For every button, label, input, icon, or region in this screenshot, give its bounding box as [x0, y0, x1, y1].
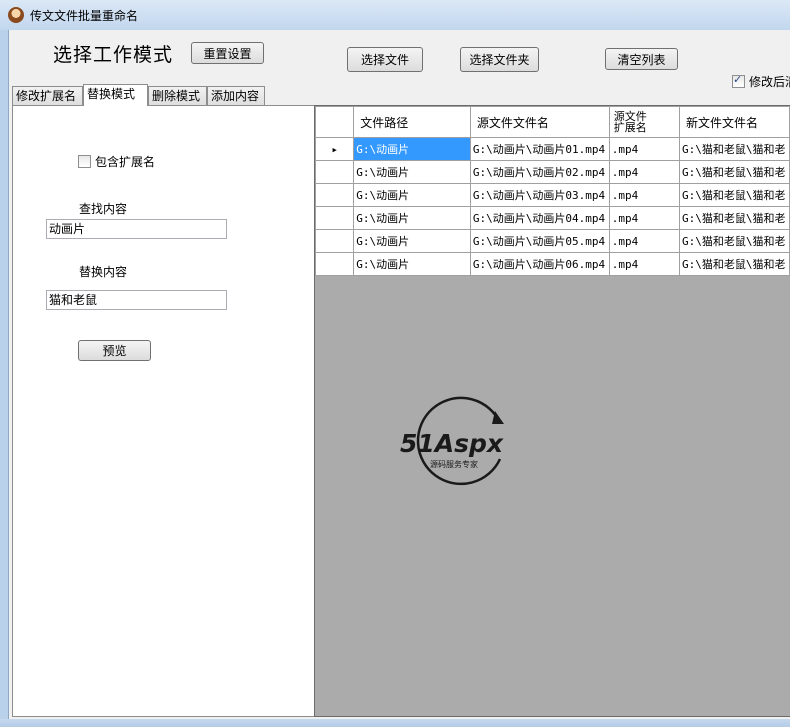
window-title: 传文文件批量重命名 — [30, 9, 139, 23]
replace-mode-panel: 包含扩展名 查找内容 动画片 替换内容 猫和老鼠 预览 — [12, 105, 315, 717]
table-cell[interactable]: G:\动画片\动画片02.mp4 — [469, 160, 610, 184]
table-cell[interactable]: G:\猫和老鼠\猫和老 — [679, 229, 790, 253]
row-header[interactable] — [315, 252, 355, 276]
table-cell[interactable]: G:\猫和老鼠\猫和老 — [679, 160, 790, 184]
table-cell[interactable]: G:\动画片 — [353, 160, 471, 184]
logo-tagline: 源码服务专家 — [430, 459, 478, 469]
table-cell[interactable]: G:\猫和老鼠\猫和老 — [679, 183, 790, 207]
table-cell[interactable]: .mp4 — [608, 160, 681, 184]
table-cell[interactable]: G:\动画片 — [353, 137, 471, 161]
replace-label: 替换内容 — [79, 265, 128, 279]
tab-add-content[interactable]: 添加内容 — [207, 86, 265, 105]
tab-modify-extension[interactable]: 修改扩展名 — [12, 86, 83, 105]
tab-delete-mode[interactable]: 删除模式 — [148, 86, 207, 105]
table-cell[interactable]: G:\猫和老鼠\猫和老 — [679, 206, 790, 230]
row-header[interactable] — [315, 183, 355, 207]
logo-brand: 51Aspx — [400, 429, 504, 458]
select-file-button[interactable]: 选择文件 — [347, 47, 423, 72]
table-row[interactable]: G:\动画片 G:\动画片\动画片04.mp4 .mp4 G:\猫和老鼠\猫和老 — [315, 206, 790, 230]
column-header-new-name[interactable]: 新文件文件名 — [679, 106, 790, 138]
table-cell[interactable]: G:\动画片\动画片06.mp4 — [469, 252, 610, 276]
find-label: 查找内容 — [79, 202, 128, 216]
table-cell[interactable]: G:\动画片 — [353, 252, 471, 276]
table-cell[interactable]: G:\动画片\动画片05.mp4 — [469, 229, 610, 253]
table-cell[interactable]: G:\动画片 — [353, 229, 471, 253]
include-extension-checkbox[interactable] — [78, 155, 91, 168]
table-row[interactable]: G:\动画片 G:\动画片\动画片05.mp4 .mp4 G:\猫和老鼠\猫和老 — [315, 229, 790, 253]
table-cell[interactable]: G:\动画片\动画片04.mp4 — [469, 206, 610, 230]
modify-after-label: 修改后清 — [749, 75, 790, 89]
replace-input[interactable]: 猫和老鼠 — [46, 290, 227, 310]
title-bar: 传文文件批量重命名 — [0, 0, 790, 30]
table-cell[interactable]: .mp4 — [608, 137, 681, 161]
modify-after-checkbox[interactable] — [732, 73, 745, 88]
table-cell[interactable]: G:\动画片\动画片01.mp4 — [469, 137, 610, 161]
row-header-corner — [315, 106, 355, 138]
find-input[interactable]: 动画片 — [46, 219, 227, 239]
file-table: 文件路径 源文件文件名 源文件 扩展名 新文件文件名 ▸ G:\动画片 G:\动… — [315, 106, 790, 276]
select-folder-button[interactable]: 选择文件夹 — [460, 47, 539, 72]
row-header[interactable] — [315, 160, 355, 184]
main-window: 选择工作模式 重置设置 选择文件 选择文件夹 清空列表 修改后清 修改扩展名 替… — [8, 30, 790, 719]
column-header-source-name[interactable]: 源文件文件名 — [469, 106, 610, 138]
file-grid: 文件路径 源文件文件名 源文件 扩展名 新文件文件名 ▸ G:\动画片 G:\动… — [314, 105, 790, 717]
current-row-arrow-icon: ▸ — [315, 137, 355, 161]
app-icon — [8, 7, 24, 23]
table-cell[interactable]: G:\猫和老鼠\猫和老 — [679, 137, 790, 161]
table-cell[interactable]: G:\动画片\动画片03.mp4 — [469, 183, 610, 207]
tab-replace-mode[interactable]: 替换模式 — [83, 84, 148, 106]
table-row[interactable]: ▸ G:\动画片 G:\动画片\动画片01.mp4 .mp4 G:\猫和老鼠\猫… — [315, 137, 790, 161]
table-cell[interactable]: .mp4 — [608, 252, 681, 276]
watermark-logo: 51Aspx 源码服务专家 — [400, 396, 504, 486]
table-cell[interactable]: .mp4 — [608, 183, 681, 207]
table-cell[interactable]: G:\猫和老鼠\猫和老 — [679, 252, 790, 276]
clear-list-button[interactable]: 清空列表 — [605, 48, 678, 70]
table-cell[interactable]: .mp4 — [608, 229, 681, 253]
table-cell[interactable]: G:\动画片 — [353, 183, 471, 207]
row-header[interactable] — [315, 206, 355, 230]
header-row: 文件路径 源文件文件名 源文件 扩展名 新文件文件名 — [315, 106, 790, 138]
table-row[interactable]: G:\动画片 G:\动画片\动画片03.mp4 .mp4 G:\猫和老鼠\猫和老 — [315, 183, 790, 207]
reset-button[interactable]: 重置设置 — [191, 42, 264, 64]
table-row[interactable]: G:\动画片 G:\动画片\动画片02.mp4 .mp4 G:\猫和老鼠\猫和老 — [315, 160, 790, 184]
logo-brand-text: 51Aspx — [400, 429, 504, 458]
table-cell[interactable]: G:\动画片 — [353, 206, 471, 230]
table-cell[interactable]: .mp4 — [608, 206, 681, 230]
include-extension-label: 包含扩展名 — [95, 155, 156, 169]
column-header-source-ext[interactable]: 源文件 扩展名 — [608, 106, 681, 138]
column-header-path[interactable]: 文件路径 — [353, 106, 471, 138]
preview-button[interactable]: 预览 — [78, 340, 151, 361]
window-bottom-border — [0, 719, 790, 727]
table-row[interactable]: G:\动画片 G:\动画片\动画片06.mp4 .mp4 G:\猫和老鼠\猫和老 — [315, 252, 790, 276]
mode-label: 选择工作模式 — [53, 44, 174, 66]
row-header[interactable] — [315, 229, 355, 253]
